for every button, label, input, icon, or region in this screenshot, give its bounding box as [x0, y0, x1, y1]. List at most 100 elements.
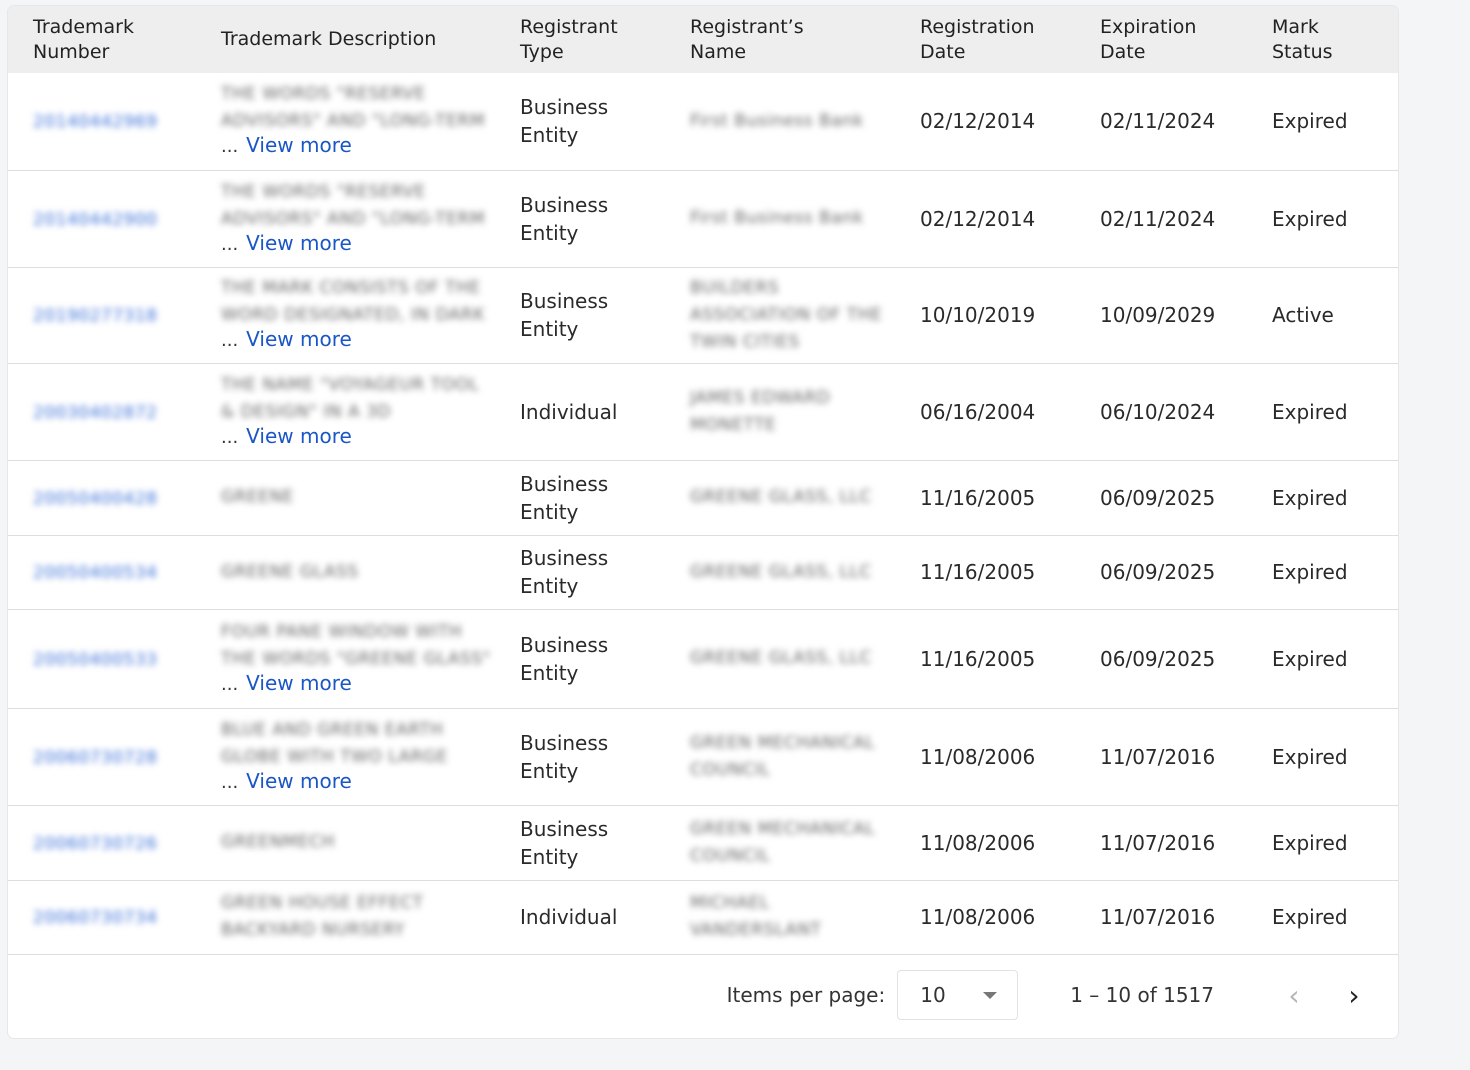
items-per-page-value: 10 [920, 983, 946, 1007]
registration-date: 02/12/2014 [920, 206, 1036, 231]
ellipsis: ... [221, 426, 239, 448]
registrant-type: Business Entity [520, 632, 609, 685]
mark-status: Expired [1272, 905, 1348, 929]
expiration-date: 10/09/2029 [1100, 303, 1216, 327]
registration-date: 11/16/2005 [920, 646, 1036, 671]
previous-page-button[interactable]: ‹ [1274, 975, 1314, 1015]
trademark-description: GREEN HOUSE EFFECT BACKYARD NURSERY [221, 890, 520, 944]
table-row: 20060730734 GREEN HOUSE EFFECT BACKYARD N… [8, 880, 1398, 954]
trademark-number-link[interactable]: 20030402872 [33, 403, 157, 423]
header-trademark-number[interactable]: Trademark Number [8, 6, 221, 73]
registrant-name: GREENE GLASS, LLC [690, 487, 872, 507]
items-per-page-select[interactable]: 10 [897, 970, 1019, 1020]
mark-status: Expired [1272, 485, 1348, 510]
view-more-link[interactable]: View more [246, 327, 352, 351]
trademark-description-line: GREENE [221, 487, 294, 507]
mark-status: Active [1272, 303, 1334, 327]
trademark-description: FOUR PANE WINDOW WITH THE WORDS "GREENE G… [221, 619, 520, 699]
view-more-link[interactable]: View more [246, 424, 352, 448]
trademark-number-link[interactable]: 20060730728 [33, 748, 157, 768]
chevron-right-icon: › [1348, 978, 1360, 1012]
trademark-description-line: THE NAME "VOYAGEUR TOOL [221, 374, 480, 395]
expiration-date: 11/07/2016 [1100, 830, 1216, 855]
trademark-description: THE NAME "VOYAGEUR TOOL & DESIGN" IN A 3D… [221, 372, 520, 452]
registration-date: 06/16/2004 [920, 399, 1036, 424]
ellipsis: ... [221, 233, 239, 255]
registrant-type: Individual [520, 399, 618, 424]
view-more-link[interactable]: View more [246, 671, 352, 695]
header-registrant-name[interactable]: Registrant’s Name [690, 6, 920, 73]
ellipsis: ... [221, 673, 239, 695]
trademark-table: Trademark Number Trademark Description R… [8, 6, 1398, 955]
expiration-date: 06/09/2025 [1100, 485, 1216, 510]
trademark-number-link[interactable]: 20140442969 [33, 112, 157, 132]
view-more-link[interactable]: View more [246, 133, 352, 157]
header-expiration-date[interactable]: Expiration Date [1100, 6, 1272, 73]
trademark-number-link[interactable]: 20050400428 [33, 489, 157, 509]
trademark-description-line: ADVISORS" AND "LONG-TERM [221, 111, 486, 132]
registrant-name: BUILDERS ASSOCIATION OF THE TWIN CITIES [690, 277, 883, 352]
trademark-description-line: THE WORDS "RESERVE [221, 181, 426, 202]
registration-date: 10/10/2019 [920, 303, 1036, 327]
registrant-name: GREEN MECHANICAL COUNCIL [690, 818, 875, 866]
registrant-name: JAMES EDWARD MONETTE [690, 387, 831, 435]
trademark-description-line: & DESIGN" IN A 3D [221, 401, 391, 422]
table-row: 20050400428 GREENE Business Entity GREEN… [8, 460, 1398, 535]
header-registrant-type[interactable]: Registrant Type [520, 6, 690, 73]
registrant-name: GREENE GLASS, LLC [690, 648, 872, 668]
header-registration-date[interactable]: Registration Date [920, 6, 1100, 73]
registrant-name: MICHAEL VANDERSLANT [690, 893, 822, 940]
chevron-left-icon: ‹ [1288, 978, 1300, 1012]
expiration-date: 11/07/2016 [1100, 905, 1216, 929]
table-row: 20050400534 GREENE GLASS Business Entity… [8, 535, 1398, 609]
trademark-description-line: GLOBE WITH TWO LARGE [221, 746, 448, 767]
trademark-description-line: GREENE GLASS [221, 561, 359, 582]
ellipsis: ... [221, 330, 239, 351]
trademark-description-line: FOUR PANE WINDOW WITH [221, 621, 463, 642]
mark-status: Expired [1272, 206, 1348, 231]
mark-status: Expired [1272, 744, 1348, 769]
registrant-name: First Business Bank [690, 110, 864, 131]
table-row: 20140442900 THE WORDS "RESERVE ADVISORS" … [8, 170, 1398, 267]
header-trademark-description[interactable]: Trademark Description [221, 6, 520, 73]
trademark-description-line: GREENMECH [221, 832, 335, 852]
trademark-description: THE WORDS "RESERVE ADVISORS" AND "LONG-TE… [221, 81, 520, 161]
trademark-description: GREENE [221, 484, 520, 511]
registrant-type: Business Entity [520, 289, 609, 341]
registrant-type: Business Entity [520, 546, 609, 598]
ellipsis: ... [221, 136, 239, 158]
trademark-number-link[interactable]: 20050400533 [33, 650, 157, 670]
expiration-date: 06/09/2025 [1100, 560, 1216, 584]
trademark-description-line: THE WORDS "RESERVE [221, 84, 426, 105]
expiration-date: 06/09/2025 [1100, 646, 1216, 671]
trademark-description-line: THE WORDS "GREENE GLASS" [221, 648, 491, 669]
mark-status: Expired [1272, 560, 1348, 584]
registration-date: 11/16/2005 [920, 560, 1036, 584]
mark-status: Expired [1272, 646, 1348, 671]
trademark-number-link[interactable]: 20050400534 [33, 563, 157, 583]
registration-date: 11/08/2006 [920, 905, 1036, 929]
registrant-name: GREENE GLASS, LLC [690, 561, 872, 582]
mark-status: Expired [1272, 830, 1348, 855]
ellipsis: ... [221, 771, 239, 793]
trademark-description-line: WORD DESIGNATED, IN DARK [221, 305, 485, 325]
chevron-down-icon [983, 991, 998, 999]
registrant-type: Business Entity [520, 471, 609, 524]
registrant-name: GREEN MECHANICAL COUNCIL [690, 732, 875, 780]
registrant-type: Business Entity [520, 192, 609, 245]
trademark-number-link[interactable]: 20140442900 [33, 210, 157, 230]
registrant-name: First Business Bank [690, 208, 864, 228]
trademark-description-line: BLUE AND GREEN EARTH [221, 719, 444, 740]
trademark-number-link[interactable]: 20060730726 [33, 834, 157, 854]
next-page-button[interactable]: › [1334, 975, 1374, 1015]
trademark-number-link[interactable]: 20060730734 [33, 908, 157, 928]
expiration-date: 06/10/2024 [1100, 399, 1216, 424]
view-more-link[interactable]: View more [246, 231, 352, 255]
trademark-number-link[interactable]: 20190277318 [33, 306, 157, 326]
expiration-date: 11/07/2016 [1100, 744, 1216, 769]
trademark-description: GREENMECH [221, 829, 520, 856]
registration-date: 02/12/2014 [920, 109, 1036, 134]
table-row: 20060730726 GREENMECH Business Entity GR… [8, 805, 1398, 880]
view-more-link[interactable]: View more [246, 769, 352, 793]
header-mark-status[interactable]: Mark Status [1272, 6, 1398, 73]
